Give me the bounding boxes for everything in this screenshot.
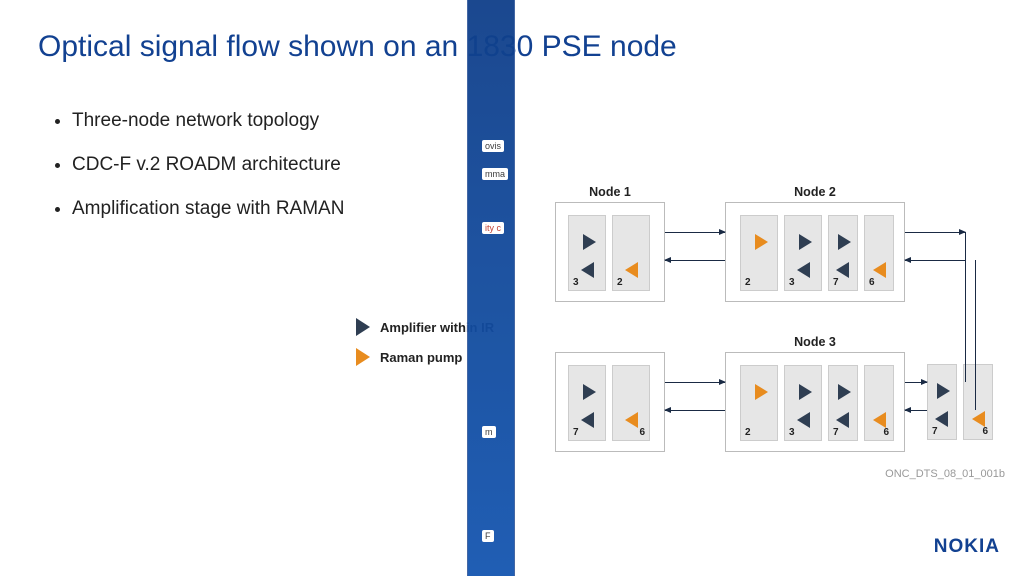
amplifier-icon: [583, 234, 596, 250]
amplifier-icon: [797, 412, 810, 428]
slot-number: 7: [573, 427, 579, 438]
bullet-list: Three-node network topology CDC-F v.2 RO…: [50, 110, 450, 242]
amplifier-icon: [799, 384, 812, 400]
raman-pump-icon: [873, 412, 886, 428]
slot: 3: [784, 365, 822, 441]
node-label: Node 2: [794, 185, 836, 199]
bullet-item: Amplification stage with RAMAN: [72, 198, 450, 220]
bullet-item: Three-node network topology: [72, 110, 450, 132]
slot: 7: [828, 215, 858, 291]
amplifier-icon: [581, 262, 594, 278]
overlay-chip: ity c: [482, 222, 504, 234]
brand-logo: NOKIA: [934, 536, 1000, 558]
amplifier-icon: [836, 262, 849, 278]
node-2: Node 2 2 3 7 6: [725, 202, 905, 302]
slot-number: 6: [982, 426, 988, 437]
amplifier-icon: [836, 412, 849, 428]
slot: 3: [568, 215, 606, 291]
link-arrow: [905, 260, 965, 261]
overlay-chip: F: [482, 530, 494, 542]
amplifier-icon: [799, 234, 812, 250]
slot: 7: [927, 364, 957, 440]
slot: 2: [740, 215, 778, 291]
node-3: Node 3 2 3 7 6: [725, 352, 905, 452]
node-label: Node 3: [794, 335, 836, 349]
slot-number: 6: [869, 277, 875, 288]
raman-pump-icon: [625, 262, 638, 278]
raman-pump-icon: [755, 234, 768, 250]
node-2-ext: 7 6: [927, 352, 999, 452]
link-arrow: [905, 410, 927, 411]
raman-pump-icon: [625, 412, 638, 428]
amplifier-icon: [937, 383, 950, 399]
slot-number: 7: [932, 426, 938, 437]
link-segment: [965, 232, 966, 382]
amplifier-icon: [797, 262, 810, 278]
node-1-top: Node 1 3 2: [555, 202, 665, 302]
slot-number: 2: [745, 427, 751, 438]
slot: 6: [612, 365, 650, 441]
raman-pump-icon: [972, 411, 985, 427]
slot-number: 7: [833, 427, 839, 438]
overlay-chip: m: [482, 426, 496, 438]
bullet-item: CDC-F v.2 ROADM architecture: [72, 154, 450, 176]
slot: 6: [864, 365, 894, 441]
amplifier-icon: [838, 234, 851, 250]
slot: 7: [568, 365, 606, 441]
overlay-chip: ovis: [482, 140, 504, 152]
raman-pump-icon: [356, 348, 370, 366]
slot-number: 3: [573, 277, 579, 288]
topology-diagram: Node 1 3 2 Node 2 2 3 7 6: [545, 192, 1005, 462]
slot: 6: [864, 215, 894, 291]
amplifier-icon: [356, 318, 370, 336]
node-1-bottom: 7 6: [555, 352, 665, 452]
legend-label: Raman pump: [380, 350, 462, 365]
slot-number: 2: [617, 277, 623, 288]
slot: 7: [828, 365, 858, 441]
slot: 6: [963, 364, 993, 440]
slot-number: 3: [789, 427, 795, 438]
link-arrow: [665, 382, 725, 383]
link-arrow: [905, 382, 927, 383]
amplifier-icon: [935, 411, 948, 427]
slot-number: 7: [833, 277, 839, 288]
amplifier-icon: [581, 412, 594, 428]
raman-pump-icon: [873, 262, 886, 278]
amplifier-icon: [838, 384, 851, 400]
page-title: Optical signal flow shown on an 1830 PSE…: [38, 30, 677, 64]
link-arrow: [665, 260, 725, 261]
figure-reference: ONC_DTS_08_01_001b: [885, 468, 1005, 480]
overlay-chip: mma: [482, 168, 508, 180]
link-arrow: [905, 232, 965, 233]
link-arrow: [665, 232, 725, 233]
raman-pump-icon: [755, 384, 768, 400]
slot: 3: [784, 215, 822, 291]
amplifier-icon: [583, 384, 596, 400]
slot: 2: [740, 365, 778, 441]
slot-number: 6: [639, 427, 645, 438]
slot-number: 2: [745, 277, 751, 288]
link-arrow: [665, 410, 725, 411]
node-label: Node 1: [589, 185, 631, 199]
overlay-strip: ovis mma ity c m F: [467, 0, 515, 576]
slot: 2: [612, 215, 650, 291]
slot-number: 3: [789, 277, 795, 288]
slot-number: 6: [883, 427, 889, 438]
link-segment: [975, 260, 976, 410]
